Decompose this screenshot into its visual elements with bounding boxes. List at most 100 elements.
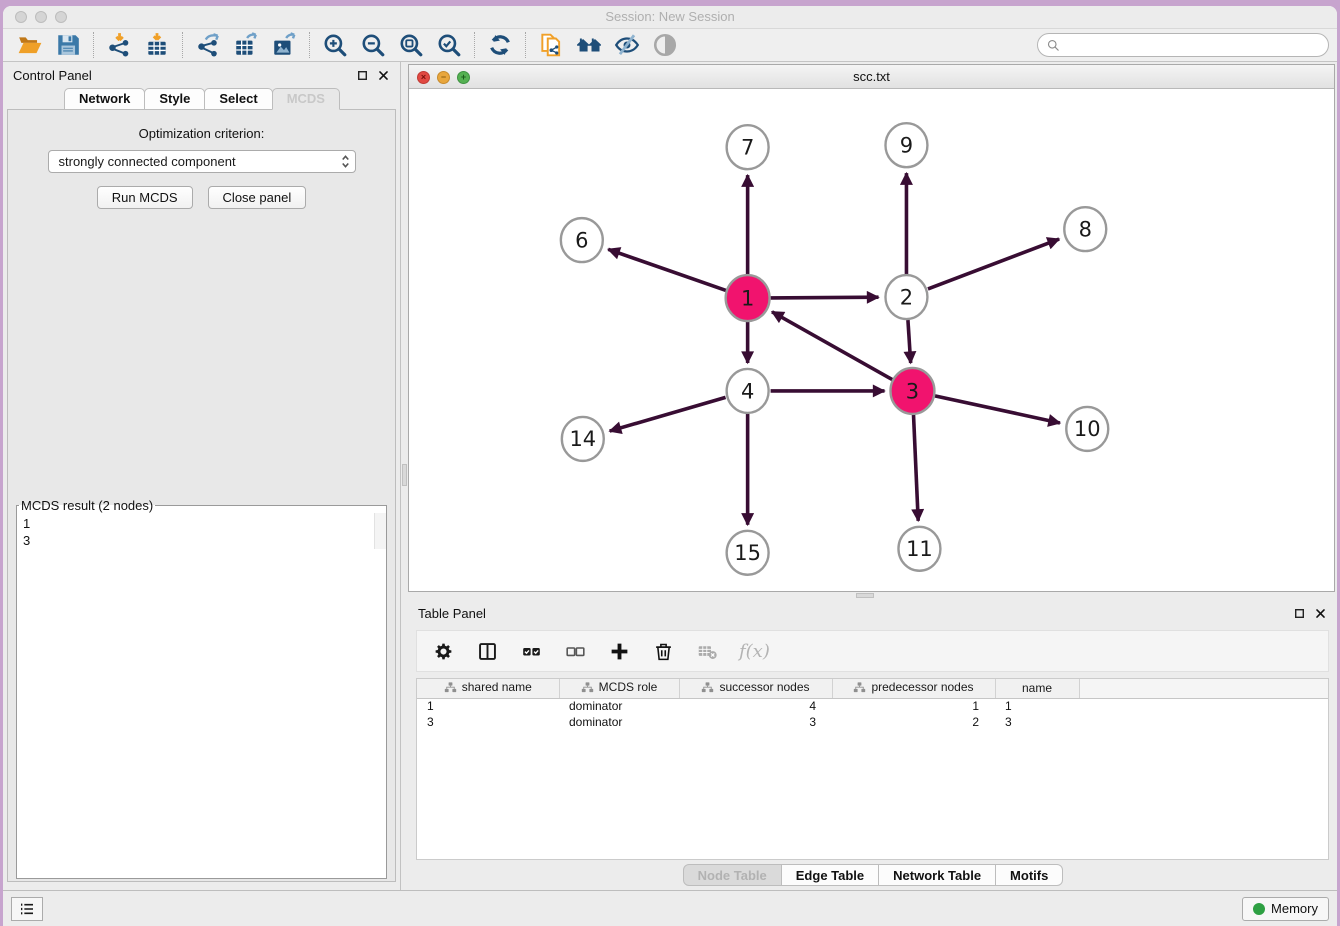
edge-4-14[interactable] (610, 397, 726, 431)
table-cell[interactable]: 1 (832, 698, 995, 714)
tab-network[interactable]: Network (64, 88, 145, 110)
optimization-criterion-dropdown[interactable]: strongly connected component (48, 150, 356, 173)
table-row[interactable]: 1dominator411 (417, 698, 1328, 714)
zoom-fit-button[interactable] (392, 30, 430, 60)
zoom-in-button[interactable] (316, 30, 354, 60)
graph-node-8[interactable]: 8 (1064, 207, 1106, 251)
hide-panels-button[interactable] (608, 30, 646, 60)
duplicate-network-button[interactable] (532, 30, 570, 60)
deselect-all-rows-button[interactable] (563, 639, 587, 663)
zoom-selected-button[interactable] (430, 30, 468, 60)
network-canvas[interactable]: 7 9 6 8 1 2 4 3 14 10 15 11 (409, 89, 1334, 591)
toolbar-separator (93, 32, 94, 58)
search-input[interactable] (1065, 38, 1320, 52)
horizontal-splitter[interactable] (408, 592, 1337, 600)
graph-node-9[interactable]: 9 (885, 123, 927, 167)
chevron-up-down-icon (338, 152, 353, 171)
table-cell[interactable]: 3 (995, 714, 1079, 730)
control-panel: Control Panel NetworkStyleSelectMCDS Opt… (3, 62, 400, 890)
table-row[interactable]: 3dominator323 (417, 714, 1328, 730)
graph-node-3[interactable]: 3 (890, 368, 934, 414)
mcds-result-text[interactable]: 13 (17, 515, 386, 549)
network-graph[interactable]: 7 9 6 8 1 2 4 3 14 10 15 11 (409, 89, 1334, 591)
edge-1-2[interactable] (771, 297, 879, 298)
save-session-button[interactable] (49, 30, 87, 60)
column-header-successor-nodes[interactable]: successor nodes (679, 679, 832, 698)
home-button[interactable] (570, 30, 608, 60)
tab-style[interactable]: Style (144, 88, 205, 110)
import-network-button[interactable] (100, 30, 138, 60)
select-all-rows-button[interactable] (519, 639, 543, 663)
table-settings-button[interactable] (431, 639, 455, 663)
graph-node-10[interactable]: 10 (1066, 407, 1108, 451)
edge-3-10[interactable] (935, 396, 1060, 423)
apply-layout-button[interactable] (481, 30, 519, 60)
eye-slash-icon (614, 32, 640, 58)
tab-motifs[interactable]: Motifs (995, 864, 1063, 886)
delete-column-button[interactable] (651, 639, 675, 663)
graph-node-15[interactable]: 15 (727, 531, 769, 575)
column-header-name[interactable]: name (995, 679, 1079, 698)
tab-mcds[interactable]: MCDS (272, 88, 340, 110)
right-side: × − + scc.txt 7968124314101511 Table Pan… (408, 62, 1337, 890)
table-cell[interactable]: dominator (559, 714, 679, 730)
maximize-network-button[interactable]: + (457, 71, 470, 84)
table-cell[interactable]: dominator (559, 698, 679, 714)
close-network-button[interactable]: × (417, 71, 430, 84)
edge-2-8[interactable] (928, 239, 1059, 289)
graph-node-7[interactable]: 7 (727, 125, 769, 169)
tab-network-table[interactable]: Network Table (878, 864, 996, 886)
search-box[interactable] (1037, 33, 1329, 57)
network-overview-button[interactable] (646, 30, 684, 60)
table-cell[interactable]: 1 (995, 698, 1079, 714)
float-panel-icon[interactable] (356, 69, 369, 82)
split-columns-icon (477, 641, 498, 662)
column-header-shared-name[interactable]: shared name (417, 679, 559, 698)
table-cell[interactable]: 1 (417, 698, 559, 714)
column-header-predecessor-nodes[interactable]: predecessor nodes (832, 679, 995, 698)
export-table-button[interactable] (227, 30, 265, 60)
edge-1-6[interactable] (608, 249, 726, 290)
import-table-button[interactable] (138, 30, 176, 60)
graph-node-11[interactable]: 11 (898, 527, 940, 571)
table-cell[interactable]: 4 (679, 698, 832, 714)
splitter-handle[interactable] (402, 464, 407, 486)
edge-2-3[interactable] (908, 320, 911, 363)
task-history-button[interactable] (11, 897, 43, 921)
table-cell[interactable]: 3 (679, 714, 832, 730)
edge-3-1[interactable] (772, 312, 892, 380)
memory-button[interactable]: Memory (1242, 897, 1329, 921)
tab-select[interactable]: Select (204, 88, 272, 110)
add-column-button[interactable] (607, 639, 631, 663)
tab-edge-table[interactable]: Edge Table (781, 864, 879, 886)
float-panel-icon[interactable] (1293, 607, 1306, 620)
export-network-button[interactable] (189, 30, 227, 60)
zoom-out-button[interactable] (354, 30, 392, 60)
table-cell[interactable]: 2 (832, 714, 995, 730)
column-header-MCDS-role[interactable]: MCDS role (559, 679, 679, 698)
toolbar-separator (309, 32, 310, 58)
close-panel-icon[interactable] (377, 69, 390, 82)
network-window-title: scc.txt (409, 69, 1334, 84)
graph-node-2[interactable]: 2 (885, 275, 927, 319)
add-icon (609, 641, 630, 662)
tab-node-table[interactable]: Node Table (683, 864, 782, 886)
graph-node-1[interactable]: 1 (726, 275, 770, 321)
run-mcds-button[interactable]: Run MCDS (97, 186, 193, 209)
result-scrollbar[interactable] (374, 513, 386, 549)
open-session-button[interactable] (11, 30, 49, 60)
graph-node-14[interactable]: 14 (562, 417, 604, 461)
edge-3-11[interactable] (913, 414, 918, 521)
table-cell[interactable]: 3 (417, 714, 559, 730)
minimize-network-button[interactable]: − (437, 71, 450, 84)
close-panel-button[interactable]: Close panel (208, 186, 307, 209)
splitter-handle[interactable] (856, 593, 874, 598)
split-panel-button[interactable] (475, 639, 499, 663)
graph-node-4[interactable]: 4 (727, 369, 769, 413)
graph-node-6[interactable]: 6 (561, 218, 603, 262)
export-image-button[interactable] (265, 30, 303, 60)
vertical-splitter[interactable] (400, 62, 408, 890)
svg-text:2: 2 (900, 285, 913, 309)
close-panel-icon[interactable] (1314, 607, 1327, 620)
gear-icon (433, 641, 454, 662)
